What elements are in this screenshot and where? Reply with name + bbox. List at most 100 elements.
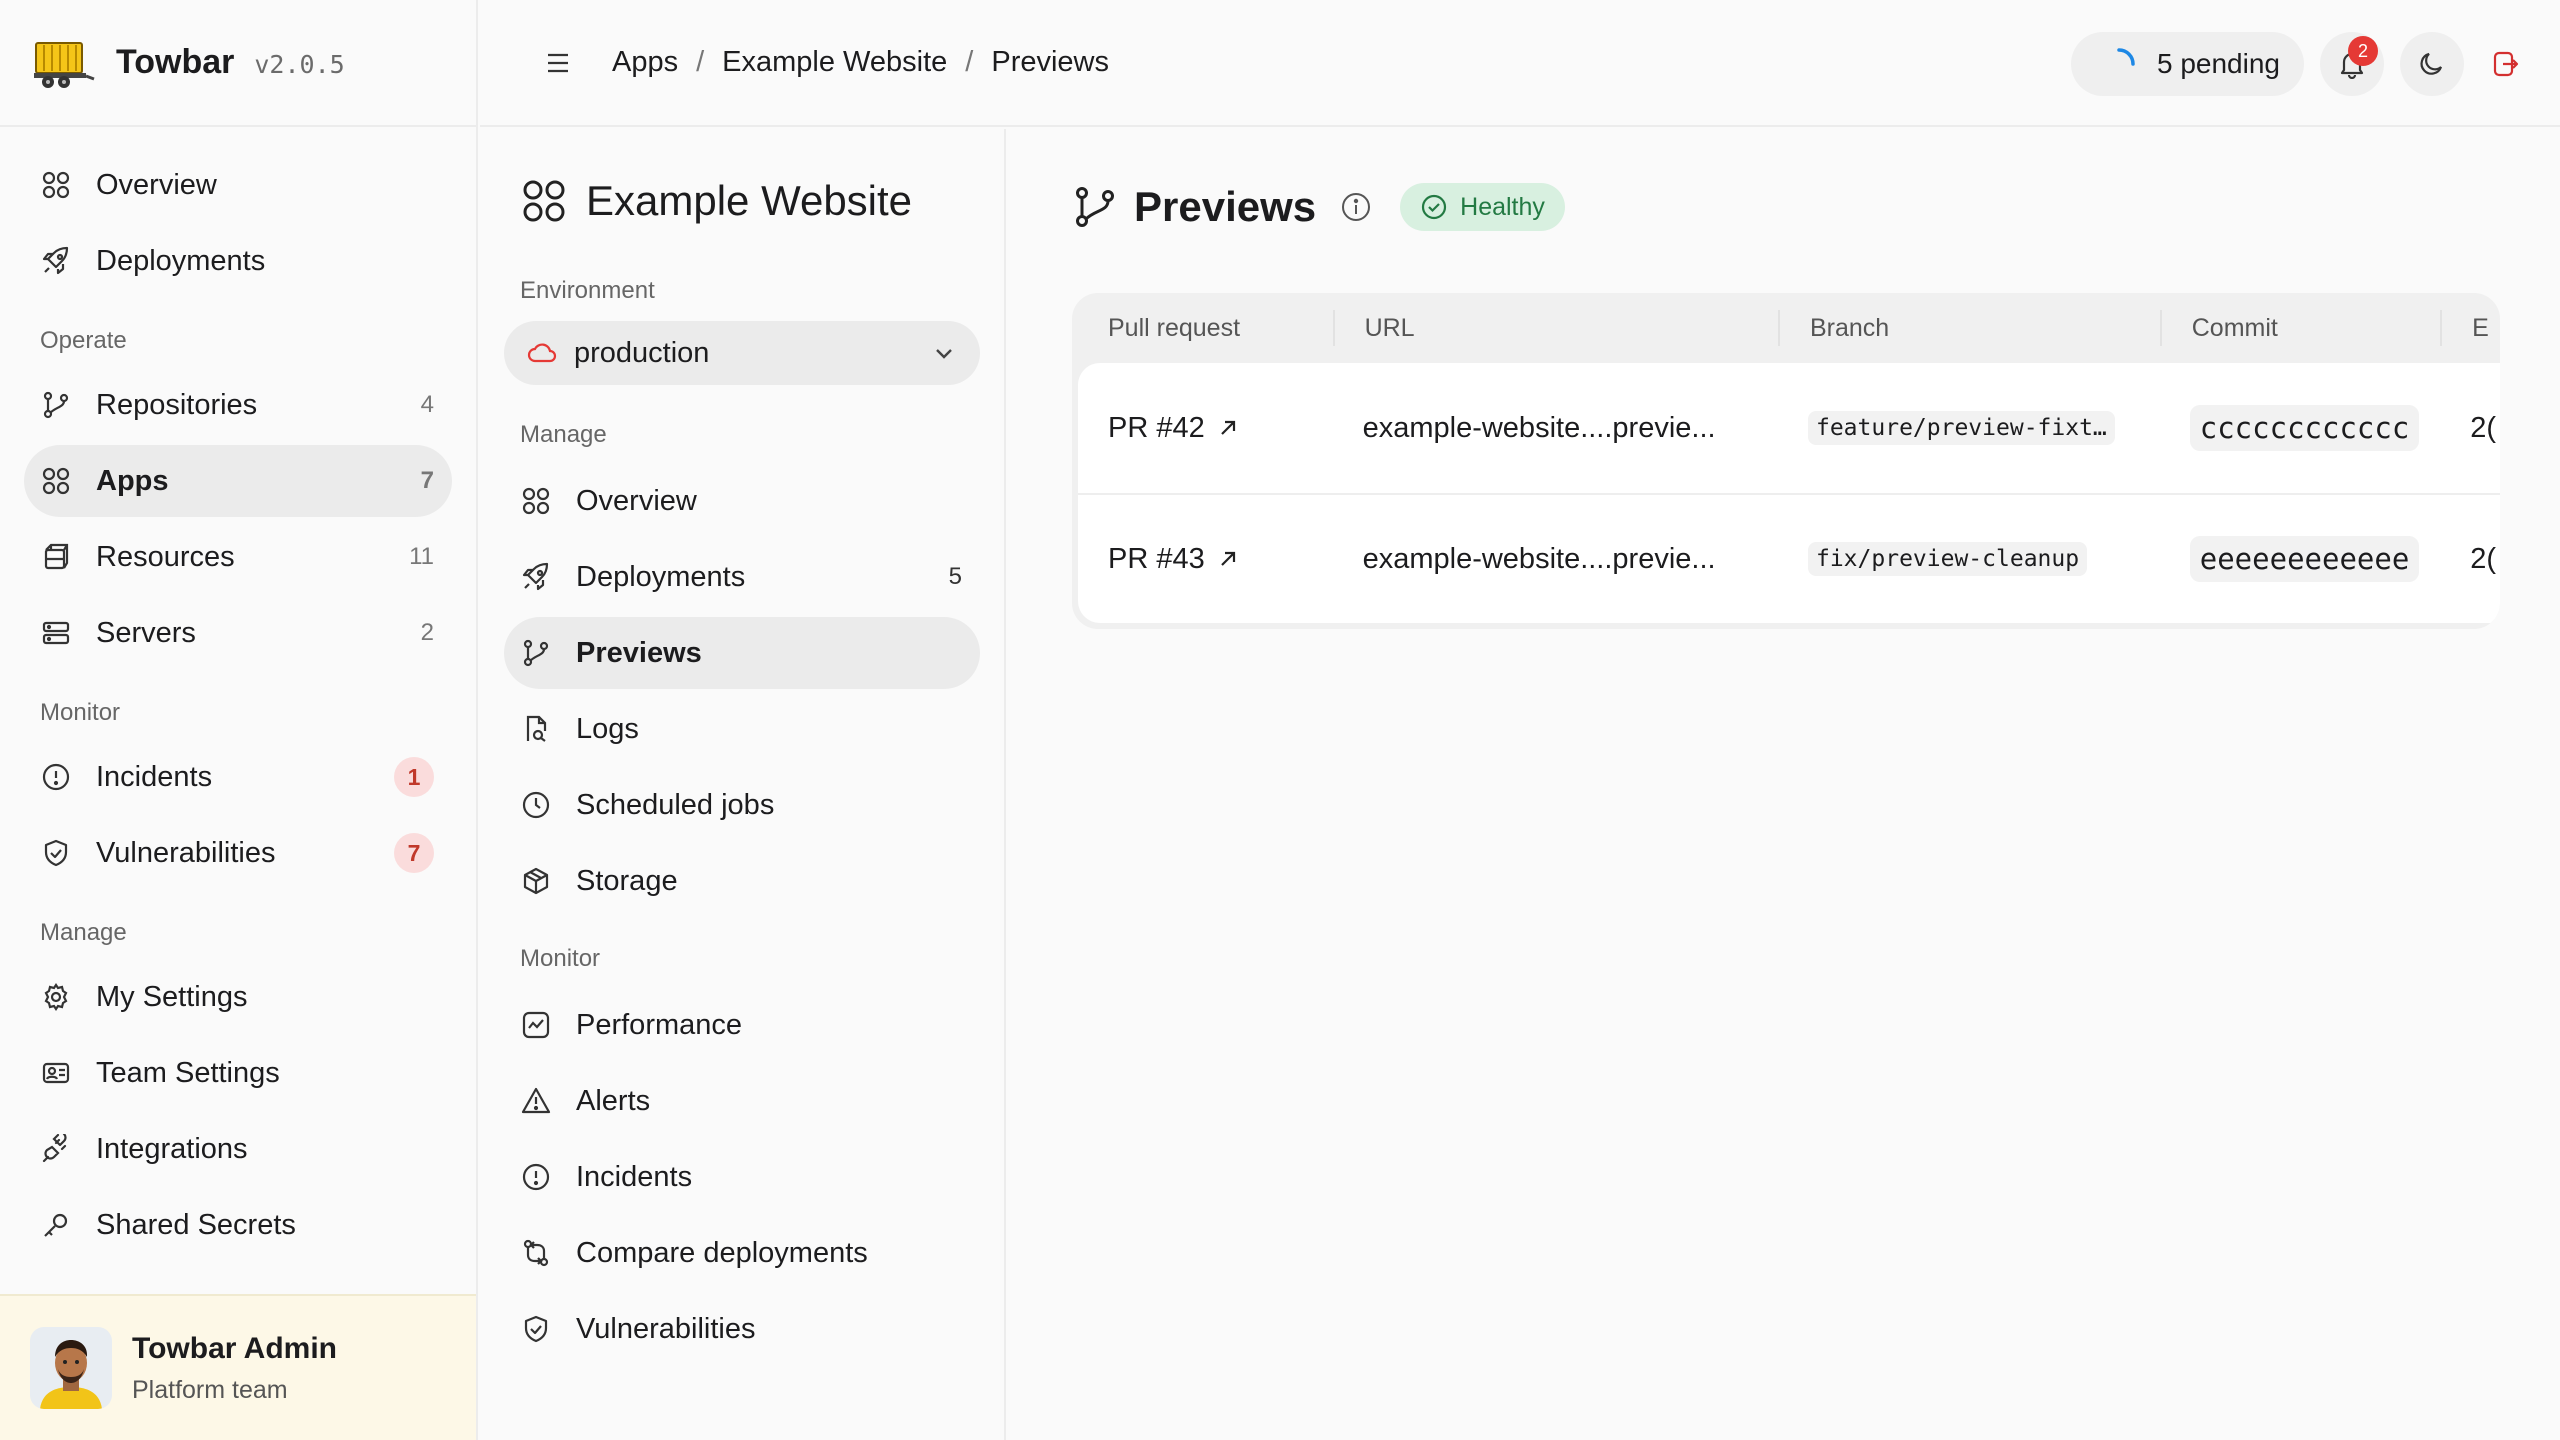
column-header-pull-request[interactable]: Pull request — [1078, 310, 1333, 346]
sidebar-item-label: Vulnerabilities — [96, 836, 276, 869]
page-header: Previews Healthy — [1072, 177, 2520, 237]
grid-icon — [40, 465, 72, 497]
box-icon — [520, 865, 552, 897]
subnav-item-label: Alerts — [576, 1084, 651, 1117]
count: 7 — [420, 467, 434, 494]
hamburger-icon — [548, 53, 568, 72]
theme-toggle-button[interactable] — [2400, 32, 2464, 96]
grid-icon — [40, 169, 72, 201]
external-link-icon[interactable] — [1217, 417, 1239, 439]
shield-icon — [520, 1313, 552, 1345]
notifications-button[interactable]: 2 — [2320, 32, 2384, 96]
subnav-item-scheduled-jobs[interactable]: Scheduled jobs — [504, 769, 980, 841]
sidebar-item-vulnerabilities[interactable]: Vulnerabilities 7 — [24, 817, 452, 889]
pr-cell: PR #42 — [1078, 412, 1333, 445]
subnav-item-incidents[interactable]: Incidents — [504, 1141, 980, 1213]
clock-icon — [520, 789, 552, 821]
plug-icon — [40, 1133, 72, 1165]
branch-cell: fix/preview-cleanup — [1778, 542, 2160, 577]
section-label-monitor: Monitor — [40, 699, 121, 726]
sidebar-item-label: My Settings — [96, 980, 248, 1013]
database-icon — [40, 541, 72, 573]
app-title: Example Website — [504, 177, 980, 225]
subnav-item-previews[interactable]: Previews — [504, 617, 980, 689]
column-header-commit[interactable]: Commit — [2159, 310, 2440, 346]
id-card-icon — [40, 1057, 72, 1089]
environment-value: production — [574, 336, 710, 369]
sidebar-item-incidents[interactable]: Incidents 1 — [24, 741, 452, 813]
server-icon — [40, 617, 72, 649]
external-link-icon[interactable] — [1217, 548, 1239, 570]
subnav-item-label: Storage — [576, 864, 678, 897]
alert-circle-icon — [520, 1161, 552, 1193]
table-row[interactable]: PR #42 example-website....previe... feat… — [1078, 363, 2500, 493]
commit-chip: eeeeeeeeeeee — [2189, 536, 2420, 582]
pr-cell: PR #43 — [1078, 543, 1333, 576]
subnav-item-label: Vulnerabilities — [576, 1312, 756, 1345]
breadcrumb-app[interactable]: Example Website — [722, 46, 947, 79]
url-cell[interactable]: example-website....previe... — [1333, 543, 1778, 576]
git-branch-icon — [1076, 187, 1114, 227]
subnav-item-logs[interactable]: Logs — [504, 693, 980, 765]
subnav-item-overview[interactable]: Overview — [504, 465, 980, 537]
avatar — [30, 1327, 112, 1409]
sidebar-item-repositories[interactable]: Repositories 4 — [24, 369, 452, 441]
sidebar-item-apps[interactable]: Apps 7 — [24, 445, 452, 517]
cloud-icon — [527, 343, 557, 363]
sidebar-item-deployments[interactable]: Deployments — [24, 225, 452, 297]
rocket-icon — [520, 561, 552, 593]
commit-cell: eeeeeeeeeeee — [2160, 536, 2440, 582]
app-version: v2.0.5 — [254, 50, 345, 79]
user-name: Towbar Admin — [132, 1331, 337, 1365]
sidebar-item-overview[interactable]: Overview — [24, 149, 452, 221]
section-label-operate: Operate — [40, 327, 127, 354]
file-search-icon — [520, 713, 552, 745]
pr-link[interactable]: PR #42 — [1108, 412, 1205, 445]
key-icon — [40, 1209, 72, 1241]
sidebar-item-label: Deployments — [96, 244, 266, 277]
subnav-item-alerts[interactable]: Alerts — [504, 1065, 980, 1137]
sidebar-item-label: Incidents — [96, 760, 213, 793]
subnav-item-deployments[interactable]: Deployments 5 — [504, 541, 980, 613]
column-header-branch[interactable]: Branch — [1777, 310, 2160, 346]
table-row[interactable]: PR #43 example-website....previe... fix/… — [1078, 493, 2500, 623]
grid-icon — [523, 180, 565, 222]
sidebar-item-integrations[interactable]: Integrations — [24, 1113, 452, 1185]
menu-toggle-button[interactable] — [538, 43, 578, 83]
logout-button[interactable] — [2480, 32, 2530, 96]
pending-tasks-button[interactable]: 5 pending — [2070, 32, 2304, 96]
sidebar-item-label: Apps — [96, 464, 169, 497]
sidebar-item-resources[interactable]: Resources 11 — [24, 521, 452, 593]
subnav-item-label: Previews — [576, 636, 702, 669]
page-title: Previews — [1134, 183, 1317, 230]
status-badge: Healthy — [1400, 183, 1565, 231]
user-team: Platform team — [132, 1375, 288, 1404]
git-branch-icon — [40, 389, 72, 421]
brand[interactable]: Towbar v2.0.5 — [0, 0, 476, 127]
subnav-item-storage[interactable]: Storage — [504, 845, 980, 917]
monitor-label: Monitor — [520, 945, 601, 972]
column-header-truncated[interactable]: E — [2440, 310, 2500, 346]
pending-label: 5 pending — [2156, 48, 2280, 79]
subnav-item-compare-deployments[interactable]: Compare deployments — [504, 1217, 980, 1289]
subnav-item-label: Compare deployments — [576, 1236, 868, 1269]
activity-icon — [520, 1009, 552, 1041]
branch-chip: fix/preview-cleanup — [1807, 542, 2088, 577]
breadcrumb-apps[interactable]: Apps — [612, 46, 678, 79]
sidebar-item-label: Overview — [96, 168, 217, 201]
subnav-item-performance[interactable]: Performance — [504, 989, 980, 1061]
primary-nav: Overview Deployments Operate Repositorie… — [0, 127, 476, 1261]
sidebar-item-my-settings[interactable]: My Settings — [24, 961, 452, 1033]
count: 2 — [420, 619, 434, 646]
sidebar-item-team-settings[interactable]: Team Settings — [24, 1037, 452, 1109]
info-icon[interactable] — [1340, 191, 1372, 223]
sidebar-item-shared-secrets[interactable]: Shared Secrets — [24, 1189, 452, 1261]
url-cell[interactable]: example-website....previe... — [1333, 412, 1778, 445]
column-header-url[interactable]: URL — [1332, 310, 1778, 346]
sidebar-item-servers[interactable]: Servers 2 — [24, 597, 452, 669]
subnav-item-vulnerabilities[interactable]: Vulnerabilities — [504, 1293, 980, 1365]
subnav-item-label: Scheduled jobs — [576, 788, 775, 821]
environment-select[interactable]: production — [504, 321, 980, 385]
pr-link[interactable]: PR #43 — [1108, 543, 1205, 576]
user-profile-card[interactable]: Towbar Admin Platform team — [0, 1294, 476, 1440]
